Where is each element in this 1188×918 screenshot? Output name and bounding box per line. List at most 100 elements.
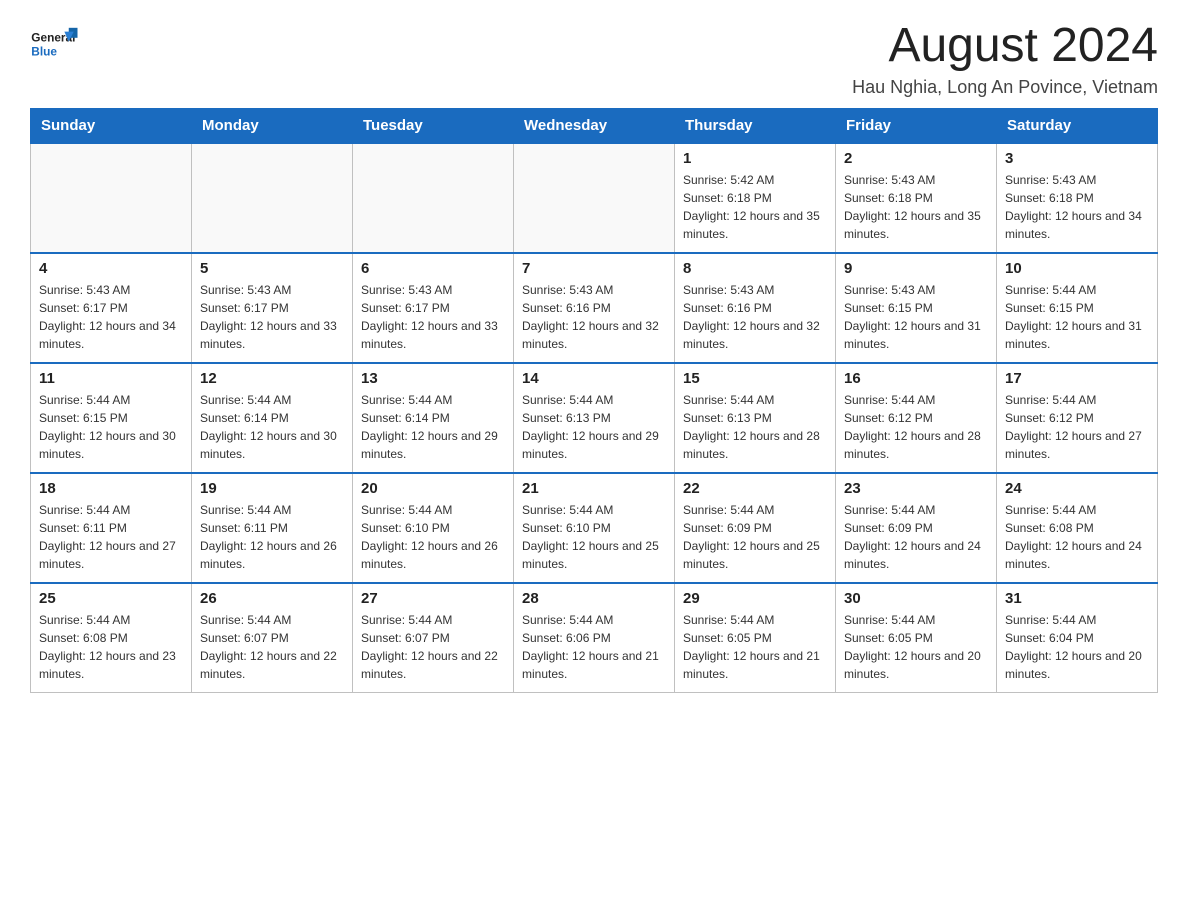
table-row: 10 Sunrise: 5:44 AMSunset: 6:15 PMDaylig…	[997, 253, 1158, 363]
table-row: 17 Sunrise: 5:44 AMSunset: 6:12 PMDaylig…	[997, 363, 1158, 473]
day-number: 23	[844, 480, 988, 497]
calendar-week-row: 18 Sunrise: 5:44 AMSunset: 6:11 PMDaylig…	[31, 473, 1158, 583]
day-info: Sunrise: 5:44 AMSunset: 6:07 PMDaylight:…	[361, 611, 505, 683]
day-info: Sunrise: 5:43 AMSunset: 6:17 PMDaylight:…	[200, 281, 344, 353]
day-info: Sunrise: 5:44 AMSunset: 6:04 PMDaylight:…	[1005, 611, 1149, 683]
day-number: 22	[683, 480, 827, 497]
day-number: 26	[200, 590, 344, 607]
day-number: 25	[39, 590, 183, 607]
day-info: Sunrise: 5:44 AMSunset: 6:09 PMDaylight:…	[683, 501, 827, 573]
day-info: Sunrise: 5:44 AMSunset: 6:05 PMDaylight:…	[683, 611, 827, 683]
day-number: 20	[361, 480, 505, 497]
day-number: 1	[683, 150, 827, 167]
table-row: 13 Sunrise: 5:44 AMSunset: 6:14 PMDaylig…	[353, 363, 514, 473]
day-info: Sunrise: 5:44 AMSunset: 6:12 PMDaylight:…	[1005, 391, 1149, 463]
table-row: 8 Sunrise: 5:43 AMSunset: 6:16 PMDayligh…	[675, 253, 836, 363]
calendar-subtitle: Hau Nghia, Long An Povince, Vietnam	[852, 77, 1158, 98]
day-info: Sunrise: 5:44 AMSunset: 6:08 PMDaylight:…	[1005, 501, 1149, 573]
table-row: 6 Sunrise: 5:43 AMSunset: 6:17 PMDayligh…	[353, 253, 514, 363]
header-monday: Monday	[192, 108, 353, 143]
table-row: 19 Sunrise: 5:44 AMSunset: 6:11 PMDaylig…	[192, 473, 353, 583]
day-info: Sunrise: 5:44 AMSunset: 6:14 PMDaylight:…	[361, 391, 505, 463]
day-number: 14	[522, 370, 666, 387]
day-info: Sunrise: 5:44 AMSunset: 6:08 PMDaylight:…	[39, 611, 183, 683]
table-row: 26 Sunrise: 5:44 AMSunset: 6:07 PMDaylig…	[192, 583, 353, 693]
table-row	[31, 143, 192, 253]
header-tuesday: Tuesday	[353, 108, 514, 143]
table-row: 18 Sunrise: 5:44 AMSunset: 6:11 PMDaylig…	[31, 473, 192, 583]
day-info: Sunrise: 5:44 AMSunset: 6:15 PMDaylight:…	[39, 391, 183, 463]
day-info: Sunrise: 5:43 AMSunset: 6:18 PMDaylight:…	[844, 171, 988, 243]
day-info: Sunrise: 5:43 AMSunset: 6:15 PMDaylight:…	[844, 281, 988, 353]
day-number: 31	[1005, 590, 1149, 607]
day-number: 30	[844, 590, 988, 607]
day-info: Sunrise: 5:44 AMSunset: 6:15 PMDaylight:…	[1005, 281, 1149, 353]
table-row: 12 Sunrise: 5:44 AMSunset: 6:14 PMDaylig…	[192, 363, 353, 473]
day-info: Sunrise: 5:44 AMSunset: 6:14 PMDaylight:…	[200, 391, 344, 463]
table-row: 27 Sunrise: 5:44 AMSunset: 6:07 PMDaylig…	[353, 583, 514, 693]
table-row: 23 Sunrise: 5:44 AMSunset: 6:09 PMDaylig…	[836, 473, 997, 583]
table-row: 24 Sunrise: 5:44 AMSunset: 6:08 PMDaylig…	[997, 473, 1158, 583]
day-info: Sunrise: 5:44 AMSunset: 6:07 PMDaylight:…	[200, 611, 344, 683]
day-number: 8	[683, 260, 827, 277]
title-block: August 2024 Hau Nghia, Long An Povince, …	[852, 20, 1158, 98]
table-row: 11 Sunrise: 5:44 AMSunset: 6:15 PMDaylig…	[31, 363, 192, 473]
day-number: 3	[1005, 150, 1149, 167]
table-row: 22 Sunrise: 5:44 AMSunset: 6:09 PMDaylig…	[675, 473, 836, 583]
day-number: 28	[522, 590, 666, 607]
day-number: 19	[200, 480, 344, 497]
table-row: 4 Sunrise: 5:43 AMSunset: 6:17 PMDayligh…	[31, 253, 192, 363]
day-number: 9	[844, 260, 988, 277]
day-info: Sunrise: 5:43 AMSunset: 6:16 PMDaylight:…	[683, 281, 827, 353]
logo-icon: General Blue	[30, 20, 80, 65]
logo: General Blue	[30, 20, 80, 65]
table-row: 29 Sunrise: 5:44 AMSunset: 6:05 PMDaylig…	[675, 583, 836, 693]
calendar-week-row: 1 Sunrise: 5:42 AMSunset: 6:18 PMDayligh…	[31, 143, 1158, 253]
calendar-week-row: 4 Sunrise: 5:43 AMSunset: 6:17 PMDayligh…	[31, 253, 1158, 363]
day-number: 10	[1005, 260, 1149, 277]
day-number: 2	[844, 150, 988, 167]
day-number: 5	[200, 260, 344, 277]
table-row: 31 Sunrise: 5:44 AMSunset: 6:04 PMDaylig…	[997, 583, 1158, 693]
day-number: 18	[39, 480, 183, 497]
svg-text:Blue: Blue	[31, 44, 57, 58]
table-row	[192, 143, 353, 253]
table-row	[353, 143, 514, 253]
table-row	[514, 143, 675, 253]
table-row: 1 Sunrise: 5:42 AMSunset: 6:18 PMDayligh…	[675, 143, 836, 253]
calendar-title: August 2024	[852, 20, 1158, 73]
header-thursday: Thursday	[675, 108, 836, 143]
calendar-week-row: 25 Sunrise: 5:44 AMSunset: 6:08 PMDaylig…	[31, 583, 1158, 693]
day-number: 15	[683, 370, 827, 387]
day-number: 4	[39, 260, 183, 277]
day-info: Sunrise: 5:43 AMSunset: 6:18 PMDaylight:…	[1005, 171, 1149, 243]
day-info: Sunrise: 5:44 AMSunset: 6:13 PMDaylight:…	[522, 391, 666, 463]
table-row: 9 Sunrise: 5:43 AMSunset: 6:15 PMDayligh…	[836, 253, 997, 363]
day-info: Sunrise: 5:42 AMSunset: 6:18 PMDaylight:…	[683, 171, 827, 243]
table-row: 16 Sunrise: 5:44 AMSunset: 6:12 PMDaylig…	[836, 363, 997, 473]
day-number: 17	[1005, 370, 1149, 387]
table-row: 21 Sunrise: 5:44 AMSunset: 6:10 PMDaylig…	[514, 473, 675, 583]
table-row: 14 Sunrise: 5:44 AMSunset: 6:13 PMDaylig…	[514, 363, 675, 473]
day-number: 7	[522, 260, 666, 277]
page-header: General Blue August 2024 Hau Nghia, Long…	[30, 20, 1158, 98]
day-info: Sunrise: 5:43 AMSunset: 6:17 PMDaylight:…	[361, 281, 505, 353]
header-sunday: Sunday	[31, 108, 192, 143]
day-number: 24	[1005, 480, 1149, 497]
day-info: Sunrise: 5:44 AMSunset: 6:11 PMDaylight:…	[200, 501, 344, 573]
table-row: 20 Sunrise: 5:44 AMSunset: 6:10 PMDaylig…	[353, 473, 514, 583]
table-row: 5 Sunrise: 5:43 AMSunset: 6:17 PMDayligh…	[192, 253, 353, 363]
day-number: 11	[39, 370, 183, 387]
header-wednesday: Wednesday	[514, 108, 675, 143]
day-info: Sunrise: 5:43 AMSunset: 6:17 PMDaylight:…	[39, 281, 183, 353]
table-row: 2 Sunrise: 5:43 AMSunset: 6:18 PMDayligh…	[836, 143, 997, 253]
day-number: 13	[361, 370, 505, 387]
day-number: 12	[200, 370, 344, 387]
day-info: Sunrise: 5:44 AMSunset: 6:12 PMDaylight:…	[844, 391, 988, 463]
day-info: Sunrise: 5:44 AMSunset: 6:05 PMDaylight:…	[844, 611, 988, 683]
table-row: 3 Sunrise: 5:43 AMSunset: 6:18 PMDayligh…	[997, 143, 1158, 253]
day-number: 6	[361, 260, 505, 277]
weekday-header-row: Sunday Monday Tuesday Wednesday Thursday…	[31, 108, 1158, 143]
calendar-week-row: 11 Sunrise: 5:44 AMSunset: 6:15 PMDaylig…	[31, 363, 1158, 473]
day-info: Sunrise: 5:44 AMSunset: 6:10 PMDaylight:…	[361, 501, 505, 573]
